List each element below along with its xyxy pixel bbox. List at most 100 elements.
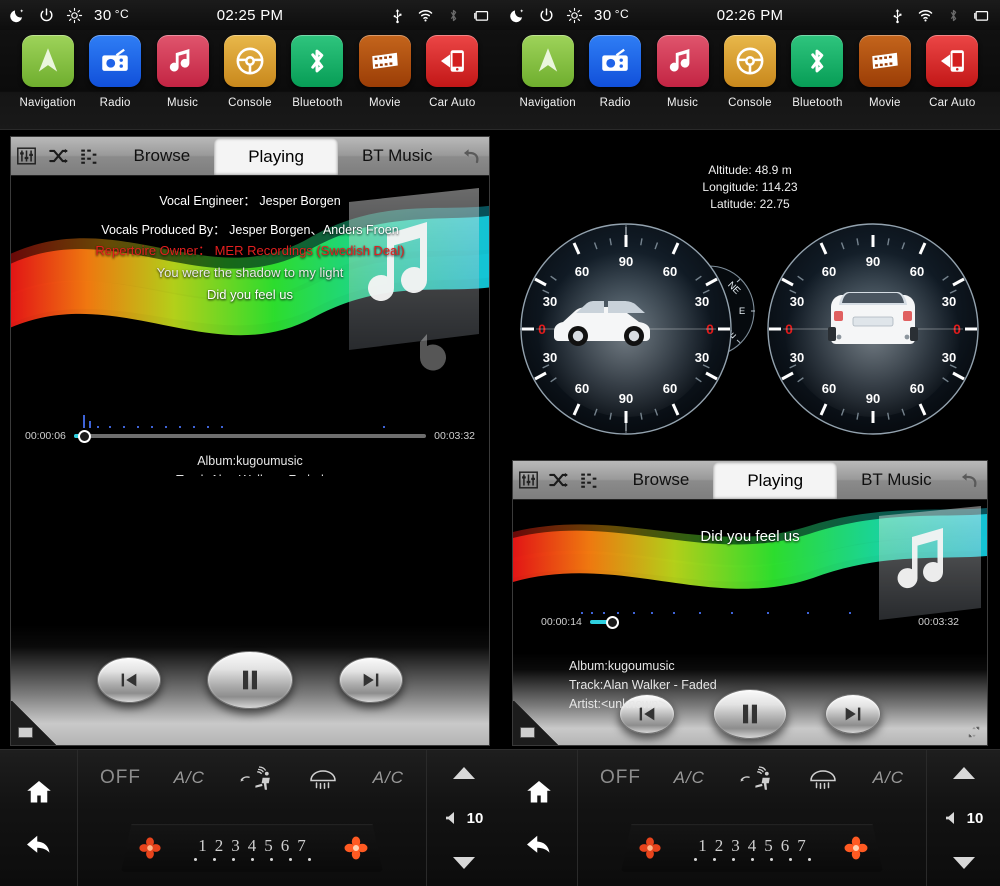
console-tile[interactable]: [223, 35, 276, 87]
spectrum-analyzer: [83, 412, 475, 428]
svg-text:60: 60: [910, 381, 924, 396]
radio-tile[interactable]: [89, 35, 142, 87]
brightness-icon[interactable]: [566, 7, 583, 24]
music-tile[interactable]: [656, 35, 709, 87]
ac-right-button[interactable]: A/C: [873, 768, 904, 788]
climate-off-button[interactable]: OFF: [100, 767, 141, 789]
night-mode-icon[interactable]: [510, 7, 527, 24]
seek-bar[interactable]: [589, 615, 910, 629]
back-button[interactable]: [522, 829, 556, 859]
tab-playing[interactable]: Playing: [713, 462, 838, 499]
rear-defrost-button[interactable]: [806, 765, 840, 791]
fan-level[interactable]: 2: [715, 836, 724, 856]
app-movie[interactable]: Movie: [851, 35, 918, 109]
previous-track-button[interactable]: [97, 657, 161, 703]
bluetooth-tile[interactable]: [291, 35, 344, 87]
fan-level[interactable]: 5: [264, 836, 273, 856]
night-mode-icon[interactable]: [10, 7, 27, 24]
fan-level[interactable]: 2: [215, 836, 224, 856]
ac-right-button[interactable]: A/C: [373, 768, 404, 788]
tab-bt-music[interactable]: BT Music: [342, 137, 453, 175]
rear-defrost-button[interactable]: [306, 765, 340, 791]
screen-icon[interactable]: [973, 7, 990, 24]
ac-left-button[interactable]: A/C: [174, 768, 205, 788]
car-auto-tile[interactable]: [426, 35, 479, 87]
tab-bt-music[interactable]: BT Music: [841, 461, 952, 499]
fan-speed-control[interactable]: 1 2 3 4 5 6 7: [621, 824, 883, 872]
fan-level[interactable]: 3: [731, 836, 740, 856]
shuffle-icon[interactable]: [43, 137, 75, 175]
equalizer-icon[interactable]: [11, 137, 43, 175]
fan-level[interactable]: 7: [797, 836, 806, 856]
skip-next-icon: [363, 673, 379, 687]
app-car-auto[interactable]: Car Auto: [919, 35, 986, 109]
movie-tile[interactable]: [358, 35, 411, 87]
navigation-tile[interactable]: [21, 35, 74, 87]
app-navigation[interactable]: Navigation: [14, 35, 81, 109]
volume-down-button[interactable]: [449, 854, 479, 872]
navigation-tile[interactable]: [521, 35, 574, 87]
app-console[interactable]: Console: [216, 35, 283, 109]
playlist-icon[interactable]: [74, 137, 106, 175]
airflow-body-button[interactable]: [738, 764, 774, 792]
climate-off-button[interactable]: OFF: [600, 767, 641, 789]
fan-level[interactable]: 4: [248, 836, 257, 856]
tab-browse[interactable]: Browse: [613, 461, 710, 499]
app-bluetooth[interactable]: Bluetooth: [284, 35, 351, 109]
fan-level[interactable]: 1: [198, 836, 207, 856]
app-radio[interactable]: Radio: [81, 35, 148, 109]
app-console[interactable]: Console: [716, 35, 783, 109]
ac-left-button[interactable]: A/C: [674, 768, 705, 788]
console-tile[interactable]: [723, 35, 776, 87]
fan-level[interactable]: 1: [698, 836, 707, 856]
airflow-body-button[interactable]: [238, 764, 274, 792]
fan-speed-control[interactable]: 1 2 3 4 5 6 7: [121, 824, 383, 872]
fan-level[interactable]: 5: [764, 836, 773, 856]
brightness-icon[interactable]: [66, 7, 83, 24]
app-movie[interactable]: Movie: [351, 35, 418, 109]
fan-level[interactable]: 4: [748, 836, 757, 856]
app-navigation[interactable]: Navigation: [514, 35, 581, 109]
seek-handle[interactable]: [77, 429, 91, 443]
bluetooth-tile[interactable]: [791, 35, 844, 87]
radio-tile[interactable]: [589, 35, 642, 87]
tab-browse[interactable]: Browse: [114, 137, 211, 175]
play-pause-button[interactable]: [207, 651, 293, 709]
tab-playing[interactable]: Playing: [214, 138, 338, 175]
car-auto-tile[interactable]: [926, 35, 979, 87]
volume-down-button[interactable]: [949, 854, 979, 872]
app-car-auto[interactable]: Car Auto: [419, 35, 486, 109]
seek-handle[interactable]: [605, 615, 619, 629]
volume-up-button[interactable]: [449, 764, 479, 782]
shuffle-icon[interactable]: [544, 461, 575, 499]
equalizer-icon[interactable]: [513, 461, 544, 499]
music-tile[interactable]: [156, 35, 209, 87]
fan-level[interactable]: 7: [297, 836, 306, 856]
home-button[interactable]: [22, 777, 56, 807]
fan-level[interactable]: 6: [781, 836, 790, 856]
fan-level[interactable]: 3: [231, 836, 240, 856]
screen-icon[interactable]: [473, 7, 490, 24]
playlist-icon[interactable]: [574, 461, 605, 499]
app-music[interactable]: Music: [649, 35, 716, 109]
app-music[interactable]: Music: [149, 35, 216, 109]
volume-up-button[interactable]: [949, 764, 979, 782]
back-arrow-icon[interactable]: [453, 137, 489, 175]
app-label: Car Auto: [429, 97, 476, 109]
app-radio[interactable]: Radio: [581, 35, 648, 109]
app-bluetooth[interactable]: Bluetooth: [784, 35, 851, 109]
power-icon[interactable]: [38, 7, 55, 24]
player-stage: Did you feel us 00:00:14 00:03:32: [513, 500, 987, 630]
movie-tile[interactable]: [858, 35, 911, 87]
skip-previous-icon: [121, 673, 137, 687]
lyrics-display: Did you feel us: [513, 500, 987, 548]
lyric-line: Vocals Produced By： Jesper Borgen、Anders…: [101, 223, 399, 237]
next-track-button[interactable]: [339, 657, 403, 703]
fan-level[interactable]: 6: [281, 836, 290, 856]
seek-bar[interactable]: [73, 429, 427, 443]
app-label: Music: [667, 97, 699, 109]
back-button[interactable]: [22, 829, 56, 859]
home-button[interactable]: [522, 777, 556, 807]
power-icon[interactable]: [538, 7, 555, 24]
back-arrow-icon[interactable]: [952, 461, 987, 499]
